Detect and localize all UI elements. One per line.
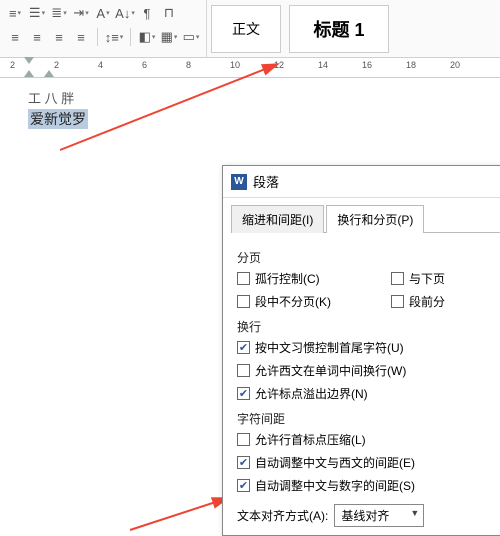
left-indent-marker[interactable] (44, 70, 54, 77)
first-line-indent-marker[interactable] (24, 57, 34, 64)
checkbox-label: 按中文习惯控制首尾字符(U) (255, 339, 404, 356)
ruler-tick: 2 (10, 60, 15, 70)
checkbox-label: 自动调整中文与西文的间距(E) (255, 454, 415, 471)
checkbox-icon: ✔ (237, 479, 250, 492)
numbering-icon[interactable]: ☰ (28, 4, 46, 22)
shading-icon[interactable]: ◧ (138, 28, 156, 46)
ruler-tick: 4 (98, 60, 103, 70)
paragraph-group: ≡ ☰ ≣ ⇥ A A↓ ¶ ⊓ ≡ ≡ ≡ ≡ ↕≡ ◧ ▦ ▭ (0, 0, 207, 57)
checkbox-latin-word-wrap[interactable]: 允许西文在单词中间换行(W) (237, 362, 500, 379)
checkbox-icon: ✔ (237, 341, 250, 354)
ruler-tick: 8 (186, 60, 191, 70)
checkbox-keep-lines[interactable]: 段中不分页(K) (237, 293, 331, 310)
checkbox-cjk-number-spacing[interactable]: ✔ 自动调整中文与数字的间距(S) (237, 477, 500, 494)
checkbox-keep-with-next[interactable]: 与下页 (391, 270, 445, 287)
style-heading1[interactable]: 标题 1 (289, 5, 389, 53)
word-app-icon: W (231, 174, 247, 190)
ruler-tick: 10 (230, 60, 240, 70)
ruler-tick: 12 (274, 60, 284, 70)
checkbox-page-break-before[interactable]: 段前分 (391, 293, 445, 310)
checkbox-cjk-line-break[interactable]: ✔ 按中文习惯控制首尾字符(U) (237, 339, 500, 356)
text-effects-icon[interactable]: A (94, 4, 112, 22)
styles-group: 正文 标题 1 (207, 0, 500, 57)
align-justify-icon[interactable]: ≡ (72, 28, 90, 46)
hanging-indent-marker[interactable] (24, 70, 34, 77)
dialog-titlebar[interactable]: W 段落 (223, 166, 500, 198)
group-char-spacing: 字符间距 (237, 410, 500, 427)
doc-text-line: 工 八 胖 (28, 88, 500, 107)
dialog-tabs: 缩进和间距(I) 换行和分页(P) (231, 204, 500, 233)
checkbox-cjk-latin-spacing[interactable]: ✔ 自动调整中文与西文的间距(E) (237, 454, 500, 471)
line-spacing-icon[interactable]: ↕≡ (105, 28, 123, 46)
checkbox-label: 允许西文在单词中间换行(W) (255, 362, 406, 379)
checkbox-icon (237, 433, 250, 446)
paragraph-dialog: W 段落 缩进和间距(I) 换行和分页(P) 分页 孤行控制(C) 段中不分页(… (222, 165, 500, 536)
document-area[interactable]: 工 八 胖 爱新觉罗 (0, 78, 500, 129)
multilevel-icon[interactable]: ≣ (50, 4, 68, 22)
ruler-tick: 2 (54, 60, 59, 70)
ruler-tick: 16 (362, 60, 372, 70)
checkbox-hanging-punct[interactable]: ✔ 允许标点溢出边界(N) (237, 385, 500, 402)
ribbon-toolbar: ≡ ☰ ≣ ⇥ A A↓ ¶ ⊓ ≡ ≡ ≡ ≡ ↕≡ ◧ ▦ ▭ 正文 标题 … (0, 0, 500, 58)
dialog-title: 段落 (253, 172, 279, 191)
checkbox-orphan-control[interactable]: 孤行控制(C) (237, 270, 331, 287)
ruler-tick: 20 (450, 60, 460, 70)
layout-icon[interactable]: ▭ (182, 28, 200, 46)
checkbox-icon (237, 364, 250, 377)
doc-selected-text: 爱新觉罗 (28, 109, 88, 129)
dialog-body: 分页 孤行控制(C) 段中不分页(K) 与下页 段前分 (223, 233, 500, 535)
sort-icon[interactable]: A↓ (116, 4, 134, 22)
show-marks-icon[interactable]: ¶ (138, 4, 156, 22)
tab-line-page-breaks[interactable]: 换行和分页(P) (326, 205, 424, 233)
align-center-icon[interactable]: ≡ (28, 28, 46, 46)
checkbox-icon (237, 272, 250, 285)
checkbox-label: 段前分 (409, 293, 445, 310)
checkbox-compress-punct[interactable]: 允许行首标点压缩(L) (237, 431, 500, 448)
group-wrap: 换行 (237, 318, 500, 335)
checkbox-icon (391, 295, 404, 308)
ruler-tick: 6 (142, 60, 147, 70)
group-pagination: 分页 (237, 249, 500, 266)
ruler-tick: 18 (406, 60, 416, 70)
tab-stops-icon[interactable]: ⊓ (160, 4, 178, 22)
checkbox-label: 与下页 (409, 270, 445, 287)
ruler-tick: 14 (318, 60, 328, 70)
tab-indent-spacing[interactable]: 缩进和间距(I) (231, 205, 324, 233)
checkbox-label: 段中不分页(K) (255, 293, 331, 310)
text-align-label: 文本对齐方式(A): (237, 507, 328, 524)
align-left-icon[interactable]: ≡ (6, 28, 24, 46)
checkbox-label: 允许标点溢出边界(N) (255, 385, 368, 402)
text-align-dropdown[interactable]: 基线对齐 (334, 504, 424, 527)
checkbox-icon: ✔ (237, 387, 250, 400)
align-right-icon[interactable]: ≡ (50, 28, 68, 46)
checkbox-label: 孤行控制(C) (255, 270, 320, 287)
checkbox-label: 允许行首标点压缩(L) (255, 431, 366, 448)
checkbox-icon (391, 272, 404, 285)
borders-icon[interactable]: ▦ (160, 28, 178, 46)
horizontal-ruler[interactable]: 2 2 4 6 8 10 12 14 16 18 20 (0, 58, 500, 78)
indent-icon[interactable]: ⇥ (72, 4, 90, 22)
checkbox-icon (237, 295, 250, 308)
style-normal[interactable]: 正文 (211, 5, 281, 53)
checkbox-icon: ✔ (237, 456, 250, 469)
bullets-icon[interactable]: ≡ (6, 4, 24, 22)
checkbox-label: 自动调整中文与数字的间距(S) (255, 477, 415, 494)
